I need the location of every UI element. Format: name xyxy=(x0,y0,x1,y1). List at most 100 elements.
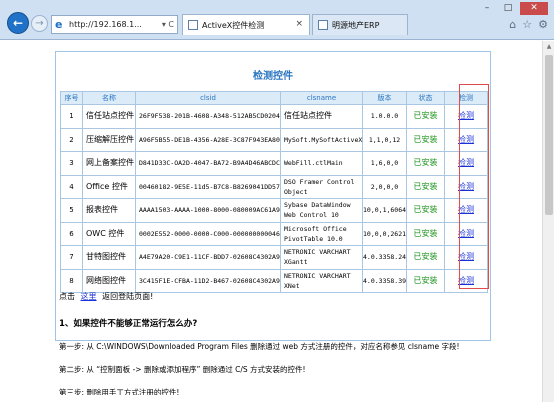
tab-label: 明源地产ERP xyxy=(332,21,380,30)
favorites-star-icon[interactable]: ☆ xyxy=(522,18,532,31)
row-no: 3 xyxy=(60,151,83,176)
table-row: 2 压缩解压控件 A96F5B55-DE1B-4356-A28E-3C87F94… xyxy=(60,127,488,152)
home-icon[interactable]: ⌂ xyxy=(509,18,516,31)
settings-gear-icon[interactable]: ⚙ xyxy=(538,18,548,31)
maximize-icon[interactable]: □ xyxy=(499,2,517,15)
row-name: 压缩解压控件 xyxy=(82,127,136,152)
check-link[interactable]: 检测 xyxy=(458,205,474,214)
close-window-icon[interactable]: ✕ xyxy=(520,2,548,15)
row-clsname: NETRONIC VARCHART XGantt xyxy=(280,245,363,270)
page-title: 检测控件 xyxy=(253,71,293,82)
ie-logo-icon: e xyxy=(55,18,63,31)
row-clsname: DSO Framer Control Object xyxy=(280,174,363,199)
table-row: 1 信任站点控件 26F9F538-201B-4608-A348-512AB5C… xyxy=(60,104,488,129)
row-status: 已安装 xyxy=(406,221,445,246)
table-row: 8 网络图控件 3C415F1E-CFBA-11D2-B467-02608C43… xyxy=(60,268,488,293)
row-no: 6 xyxy=(60,221,83,246)
table-header-row: 序号 名称 clsid clsname 版本 状态 检测 xyxy=(60,91,488,105)
row-clsid: A4E79A20-C9E1-11CF-BDD7-02608C4302A9 xyxy=(135,245,281,270)
back-prefix: 点击 xyxy=(59,292,75,301)
faq-step-1: 第一步: 从 C:\WINDOWS\Downloaded Program Fil… xyxy=(59,342,460,351)
row-clsname: NETRONIC VARCHART XNet xyxy=(280,268,363,293)
col-header-status: 状态 xyxy=(406,91,445,105)
tab-activex-check[interactable]: ActiveX控件检测 × xyxy=(182,14,310,35)
page-icon xyxy=(318,20,328,30)
row-no: 8 xyxy=(60,268,83,293)
table-row: 6 OWC 控件 0002E552-0000-0000-C000-0000000… xyxy=(60,221,488,246)
row-name: Office 控件 xyxy=(82,174,136,199)
row-status: 已安装 xyxy=(406,268,445,293)
col-header-clsid: clsid xyxy=(135,91,281,105)
faq-title: 1、如果控件不能够正常运行怎么办? xyxy=(59,319,198,329)
row-version: 10,0,0,2621 xyxy=(362,221,407,246)
browser-toolbar: ← → e http://192.168.1... ▾ C ActiveX控件检… xyxy=(0,0,554,40)
search-dropdown-icon[interactable]: ▾ C xyxy=(162,20,174,29)
row-version: 4.0.3358.39 xyxy=(362,268,407,293)
row-version: 1,6,0,0 xyxy=(362,151,407,176)
forward-arrow-icon[interactable]: → xyxy=(31,15,48,32)
row-status: 已安装 xyxy=(406,174,445,199)
tab-close-icon[interactable]: × xyxy=(295,19,303,29)
row-no: 1 xyxy=(60,104,83,129)
col-header-check: 检测 xyxy=(444,91,488,105)
address-url[interactable]: http://192.168.1... xyxy=(69,20,142,29)
row-status: 已安装 xyxy=(406,198,445,223)
check-link[interactable]: 检测 xyxy=(458,252,474,261)
row-clsname: 信任站点控件 xyxy=(280,104,363,129)
row-name: 报表控件 xyxy=(82,198,136,223)
col-header-version: 版本 xyxy=(362,91,407,105)
row-status: 已安装 xyxy=(406,151,445,176)
row-version: 10,0,1,6064 xyxy=(362,198,407,223)
check-link[interactable]: 检测 xyxy=(458,229,474,238)
scroll-up-icon[interactable]: ▲ xyxy=(543,41,554,53)
row-name: 甘特图控件 xyxy=(82,245,136,270)
col-header-name: 名称 xyxy=(82,91,136,105)
row-no: 7 xyxy=(60,245,83,270)
browser-tools: ⌂ ☆ ⚙ xyxy=(509,18,548,31)
table-row: 5 报表控件 AAAA1503-AAAA-1000-8000-080009AC6… xyxy=(60,198,488,223)
row-clsid: 00460182-9E5E-11d5-B7C8-B8269041DD57 xyxy=(135,174,281,199)
tab-label: ActiveX控件检测 xyxy=(202,21,265,30)
row-version: 1,1,0,12 xyxy=(362,127,407,152)
back-link-line: 点击 这里 返回登陆页面! xyxy=(59,291,153,302)
back-suffix: 返回登陆页面! xyxy=(102,292,154,301)
col-header-no: 序号 xyxy=(60,91,83,105)
page-icon xyxy=(188,20,198,30)
row-clsid: A96F5B55-DE1B-4356-A28E-3C87F943EA80 xyxy=(135,127,281,152)
check-link[interactable]: 检测 xyxy=(458,158,474,167)
page-content: 检测控件 序号 名称 clsid clsname 版本 状态 检测 1 信任站点… xyxy=(0,41,554,402)
row-name: OWC 控件 xyxy=(82,221,136,246)
table-row: 4 Office 控件 00460182-9E5E-11d5-B7C8-B826… xyxy=(60,174,488,199)
row-clsid: 26F9F538-201B-4608-A348-512AB5CD0204 xyxy=(135,104,281,129)
row-clsid: AAAA1503-AAAA-1000-8000-080009AC61A9 xyxy=(135,198,281,223)
row-version: 1.0.0.0 xyxy=(362,104,407,129)
row-name: 信任站点控件 xyxy=(82,104,136,129)
controls-table: 序号 名称 clsid clsname 版本 状态 检测 1 信任站点控件 26… xyxy=(60,91,488,293)
check-link[interactable]: 检测 xyxy=(458,276,474,285)
check-link[interactable]: 检测 xyxy=(458,135,474,144)
row-clsname: Microsoft Office PivotTable 10.0 xyxy=(280,221,363,246)
row-no: 5 xyxy=(60,198,83,223)
check-link[interactable]: 检测 xyxy=(458,111,474,120)
scroll-thumb[interactable] xyxy=(545,55,553,215)
faq-step-2: 第二步: 从 “控制面板 -> 删除或添加程序” 删除通过 C/S 方式安装的控… xyxy=(59,365,306,374)
back-arrow-icon[interactable]: ← xyxy=(7,12,29,34)
row-status: 已安装 xyxy=(406,245,445,270)
row-no: 4 xyxy=(60,174,83,199)
faq-step-3: 第三步: 删除用手工方式注册的控件! xyxy=(59,388,180,395)
row-no: 2 xyxy=(60,127,83,152)
row-clsid: D841D33C-OA2D-4047-BA72-B9A4D46ABCDC xyxy=(135,151,281,176)
address-bar[interactable]: e http://192.168.1... ▾ C xyxy=(51,15,178,34)
minimize-icon[interactable]: – xyxy=(478,2,496,15)
row-version: 2,0,0,0 xyxy=(362,174,407,199)
vertical-scrollbar[interactable]: ▲ xyxy=(542,41,554,402)
col-header-clsname: clsname xyxy=(280,91,363,105)
row-clsid: 0002E552-0000-0000-C000-000000000046 xyxy=(135,221,281,246)
row-clsname: WebFill.ctlMain xyxy=(280,151,363,176)
row-clsname: MySoft.MySoftActiveX xyxy=(280,127,363,152)
table-row: 3 网上备案控件 D841D33C-OA2D-4047-BA72-B9A4D46… xyxy=(60,151,488,176)
check-link[interactable]: 检测 xyxy=(458,182,474,191)
back-link[interactable]: 这里 xyxy=(81,292,97,301)
row-version: 4.0.3358.24 xyxy=(362,245,407,270)
tab-erp[interactable]: 明源地产ERP xyxy=(312,14,408,35)
